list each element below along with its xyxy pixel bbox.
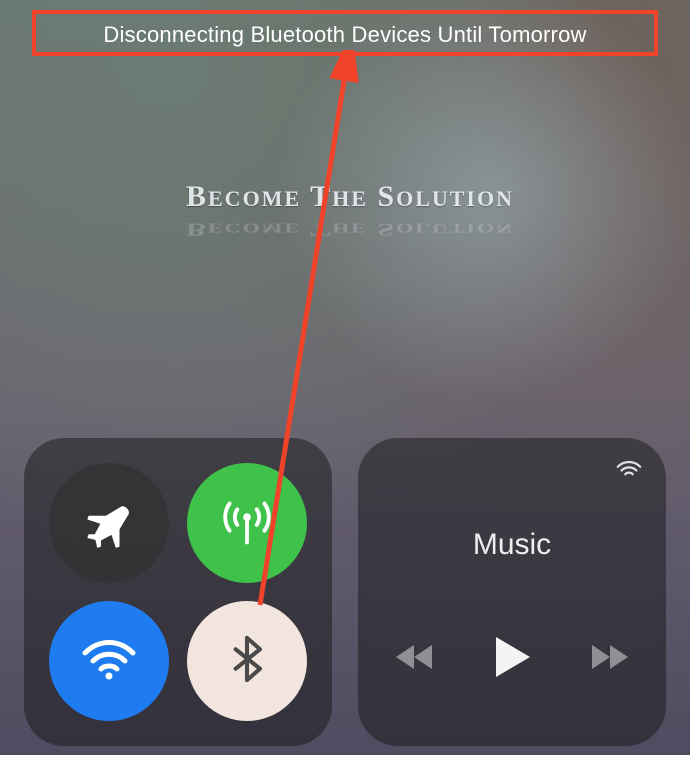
previous-track-button[interactable] [392, 637, 442, 682]
wifi-toggle[interactable] [49, 601, 169, 721]
bluetooth-toggle[interactable] [187, 601, 307, 721]
airplane-mode-toggle[interactable] [49, 463, 169, 583]
bluetooth-icon [221, 633, 273, 690]
music-title: Music [358, 528, 666, 562]
cellular-antenna-icon [216, 490, 278, 557]
next-track-button[interactable] [582, 637, 632, 682]
connectivity-panel[interactable] [24, 438, 332, 746]
play-button[interactable] [490, 633, 534, 686]
music-panel[interactable]: Music [358, 438, 666, 746]
bluetooth-status-toast: Disconnecting Bluetooth Devices Until To… [0, 22, 690, 48]
cellular-data-toggle[interactable] [187, 463, 307, 583]
wifi-icon [77, 627, 141, 696]
watermark-logo: BECOME THE SOLUTION BECOME THE SOLUTION [186, 180, 514, 246]
airplane-icon [81, 493, 137, 554]
airplay-icon[interactable] [614, 460, 644, 495]
